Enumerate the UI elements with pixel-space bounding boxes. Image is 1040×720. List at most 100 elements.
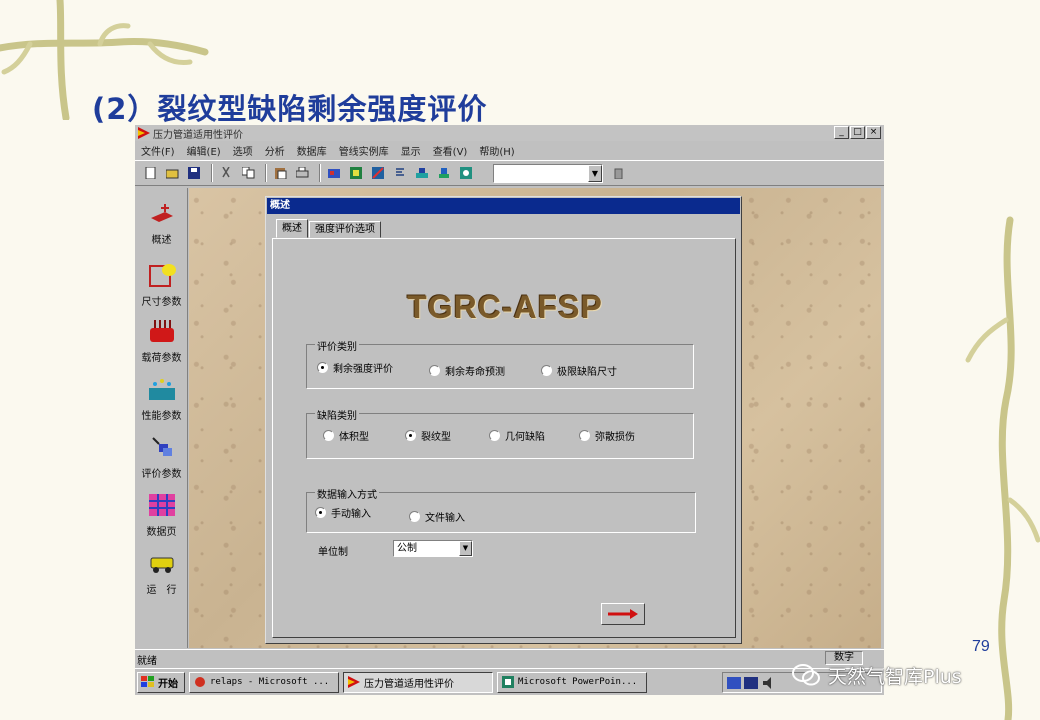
- radio-volumetric[interactable]: 体积型: [323, 428, 369, 443]
- cut-button[interactable]: [217, 164, 236, 183]
- tool-button-4[interactable]: [391, 164, 410, 183]
- menu-options[interactable]: 选项: [233, 143, 253, 158]
- menu-pipeline-library[interactable]: 管线实例库: [339, 143, 389, 158]
- tool-button-6[interactable]: [435, 164, 454, 183]
- radio-dispersed-damage[interactable]: 弥散损伤: [579, 428, 635, 443]
- open-icon: [166, 169, 179, 179]
- taskbar: 开始 relaps - Microsoft ... 压力管道适用性评价 Micr…: [135, 668, 884, 695]
- tool-button-8[interactable]: [609, 164, 628, 183]
- maximize-button[interactable]: □: [850, 126, 865, 139]
- start-label: 开始: [158, 678, 178, 690]
- unit-system-select[interactable]: 公制 ▼: [393, 540, 473, 557]
- tool-button-5[interactable]: [413, 164, 432, 183]
- sidebar-item-property[interactable]: 性能参数: [135, 372, 188, 430]
- toolbar-separator: [265, 164, 267, 182]
- radio-dot: [541, 365, 552, 376]
- app-logo-icon: [138, 127, 150, 139]
- input-mode-legend: 数据输入方式: [315, 486, 379, 501]
- radio-label: 剩余强度评价: [333, 364, 393, 375]
- close-button[interactable]: ×: [866, 126, 881, 139]
- chevron-down-icon[interactable]: ▼: [459, 541, 472, 556]
- sidebar-item-label: 评价参数: [141, 469, 182, 480]
- radio-file-input[interactable]: 文件输入: [409, 509, 465, 524]
- radio-crack[interactable]: 裂纹型: [405, 428, 451, 443]
- task-pressure-pipe[interactable]: 压力管道适用性评价: [343, 671, 493, 693]
- tool-button-2[interactable]: [347, 164, 366, 183]
- tab-strength-options[interactable]: 强度评价选项: [309, 221, 381, 238]
- wechat-icon: [792, 664, 820, 686]
- open-button[interactable]: [163, 164, 182, 183]
- copy-button[interactable]: [239, 164, 258, 183]
- eval-type-group: 评价类别 剩余强度评价 剩余寿命预测 极限缺陷尺寸: [306, 338, 694, 389]
- tab-overview[interactable]: 概述: [276, 219, 308, 238]
- windows-logo-icon: [141, 676, 154, 687]
- menu-edit[interactable]: 编辑(E): [187, 143, 221, 158]
- radio-limit-defect-size[interactable]: 极限缺陷尺寸: [541, 363, 617, 378]
- evaluation-icon: [151, 437, 172, 456]
- print-button[interactable]: [293, 164, 312, 183]
- status-text: 就绪: [137, 656, 157, 667]
- menu-analysis[interactable]: 分析: [265, 143, 285, 158]
- paste-icon: [275, 168, 287, 179]
- property-icon: [148, 379, 175, 400]
- paste-button[interactable]: [271, 164, 290, 183]
- radio-manual-input[interactable]: 手动输入: [315, 505, 371, 520]
- toolbar-combo[interactable]: ▼: [493, 163, 603, 183]
- task-relaps[interactable]: relaps - Microsoft ...: [189, 671, 339, 693]
- watermark: 天然气智库Plus: [792, 660, 962, 690]
- menu-view[interactable]: 查看(V): [433, 143, 468, 158]
- sidebar: 概述 尺寸参数 载荷参数 性能参数 评价参数 数据页 运 行: [135, 188, 188, 648]
- tool-button-7[interactable]: [457, 164, 476, 183]
- sidebar-item-evaluation[interactable]: 评价参数: [135, 430, 188, 488]
- tool-button-1[interactable]: [325, 164, 344, 183]
- toolbar: ▼: [135, 160, 884, 186]
- sidebar-item-overview[interactable]: 概述: [135, 196, 188, 254]
- task-label: Microsoft PowerPoin...: [518, 677, 638, 687]
- sidebar-item-label: 尺寸参数: [141, 297, 182, 308]
- task-powerpoint[interactable]: Microsoft PowerPoin...: [497, 671, 647, 693]
- sidebar-item-label: 概述: [151, 235, 172, 246]
- tray-icon[interactable]: [727, 676, 741, 689]
- defect-type-group: 缺陷类别 体积型 裂纹型 几何缺陷 弥散损伤: [306, 407, 694, 459]
- next-button[interactable]: [601, 603, 645, 625]
- radio-remaining-strength[interactable]: 剩余强度评价: [317, 360, 393, 375]
- tool-icon-4: [396, 168, 404, 176]
- dialog-title: 概述: [267, 198, 740, 214]
- menu-help[interactable]: 帮助(H): [479, 143, 514, 158]
- defect-type-legend: 缺陷类别: [315, 407, 359, 422]
- radio-label: 文件输入: [425, 513, 465, 524]
- radio-remaining-life[interactable]: 剩余寿命预测: [429, 363, 505, 378]
- sidebar-item-label: 数据页: [146, 527, 177, 538]
- menu-database[interactable]: 数据库: [297, 143, 327, 158]
- datasheet-icon: [148, 494, 175, 516]
- tool-button-3[interactable]: [369, 164, 388, 183]
- start-button[interactable]: 开始: [137, 671, 185, 693]
- save-button[interactable]: [185, 164, 204, 183]
- app-window: 压力管道适用性评价 _ □ × 文件(F) 编辑(E) 选项 分析 数据库 管线…: [135, 125, 884, 695]
- radio-dot: [489, 430, 500, 441]
- sidebar-item-datasheet[interactable]: 数据页: [135, 488, 188, 546]
- unit-system-label: 单位制: [318, 543, 348, 558]
- volume-icon[interactable]: [761, 676, 775, 689]
- radio-dot: [315, 507, 326, 518]
- new-button[interactable]: [141, 164, 160, 183]
- chevron-down-icon[interactable]: ▼: [588, 164, 602, 182]
- tool-icon-7: [460, 167, 472, 179]
- menu-bar: 文件(F) 编辑(E) 选项 分析 数据库 管线实例库 显示 查看(V) 帮助(…: [135, 142, 884, 159]
- tool-icon-2: [350, 167, 362, 179]
- sidebar-item-run[interactable]: 运 行: [135, 546, 188, 604]
- radio-label: 剩余寿命预测: [445, 367, 505, 378]
- unit-system-text: 单位制: [318, 547, 348, 558]
- workspace: 概述 概述 强度评价选项 TGRC-AFSP 评价类别 剩余强度评价 剩余寿命预…: [189, 188, 881, 648]
- run-icon: [150, 557, 173, 573]
- menu-file[interactable]: 文件(F): [141, 143, 175, 158]
- sidebar-item-load[interactable]: 载荷参数: [135, 314, 188, 372]
- minimize-button[interactable]: _: [834, 126, 849, 139]
- radio-dot: [317, 362, 328, 373]
- print-icon: [296, 167, 309, 178]
- radio-label: 几何缺陷: [505, 432, 545, 443]
- sidebar-item-dimension[interactable]: 尺寸参数: [135, 258, 188, 316]
- radio-geometric[interactable]: 几何缺陷: [489, 428, 545, 443]
- menu-display[interactable]: 显示: [401, 143, 421, 158]
- language-icon[interactable]: [744, 676, 758, 689]
